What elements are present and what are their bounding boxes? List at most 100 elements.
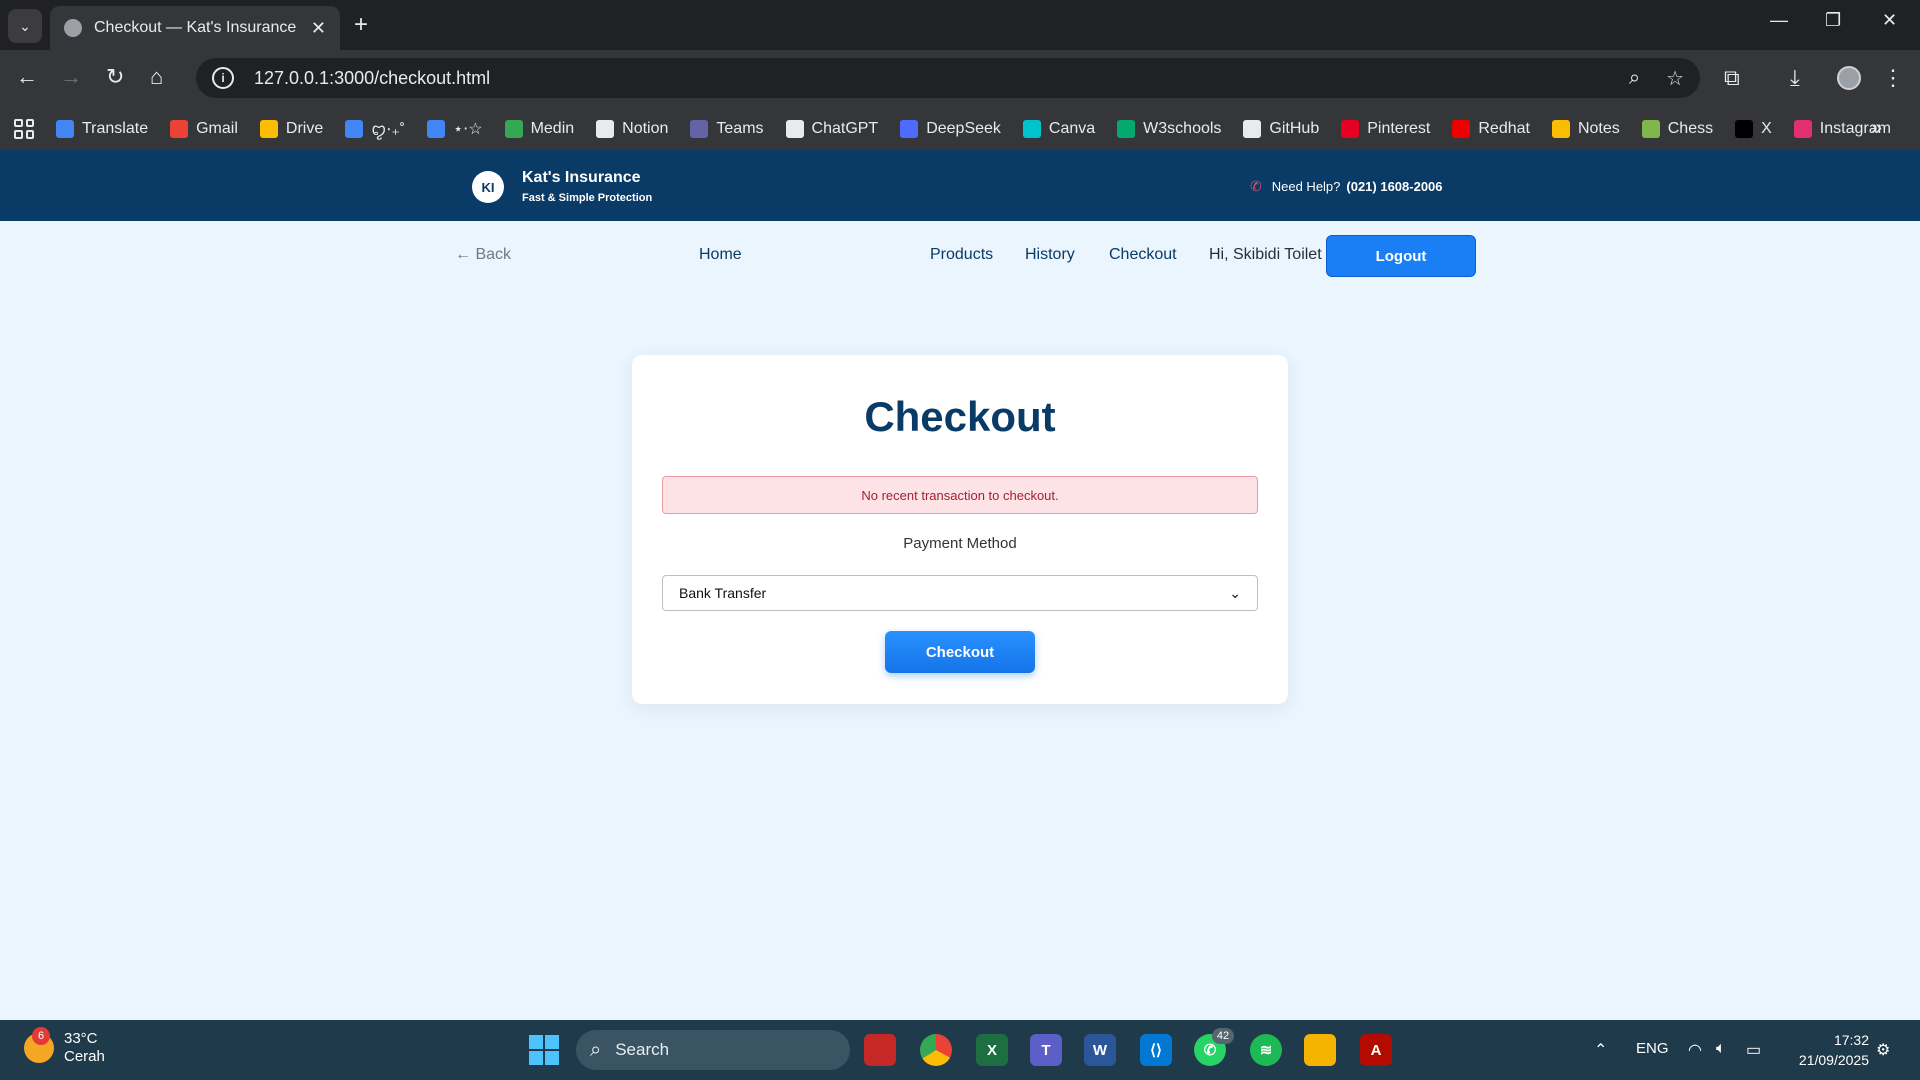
bookmark-favicon-icon: [900, 119, 919, 138]
new-tab-button[interactable]: +: [354, 12, 368, 38]
notification-badge: 6: [32, 1027, 50, 1045]
home-icon[interactable]: ⌂: [150, 64, 163, 90]
bookmark-label: W3schools: [1143, 119, 1222, 137]
bookmark-item[interactable]: ꨄ︎‧₊˚: [345, 117, 405, 141]
bookmark-item[interactable]: Chess: [1641, 119, 1714, 138]
bookmark-favicon-icon: [1452, 119, 1471, 138]
url-text[interactable]: 127.0.0.1:3000/checkout.html: [254, 68, 1603, 89]
chrome-icon[interactable]: [920, 1034, 952, 1066]
bookmark-favicon-icon: [427, 119, 446, 138]
clock[interactable]: 17:32 21/09/2025: [1785, 1030, 1869, 1070]
word-icon[interactable]: W: [1084, 1034, 1116, 1066]
bookmark-favicon-icon: [1551, 119, 1570, 138]
bookmark-label: Chess: [1667, 119, 1714, 137]
nav-history[interactable]: History: [1025, 246, 1075, 264]
bookmark-item[interactable]: Canva: [1022, 119, 1096, 138]
excel-icon[interactable]: X: [976, 1034, 1008, 1066]
bookmark-item[interactable]: Redhat: [1452, 119, 1530, 138]
bookmark-item[interactable]: DeepSeek: [900, 119, 1001, 138]
bookmark-favicon-icon: [56, 119, 74, 138]
profile-avatar[interactable]: [1837, 66, 1861, 90]
bookmark-favicon-icon: [170, 119, 189, 138]
bookmark-item[interactable]: Drive: [259, 119, 324, 138]
clock-time: 17:32: [1833, 1032, 1869, 1048]
bookmark-item[interactable]: Teams: [690, 119, 764, 138]
bookmark-item[interactable]: Translate: [56, 119, 148, 138]
brand-tagline: Fast & Simple Protection: [522, 192, 653, 204]
address-bar[interactable]: i 127.0.0.1:3000/checkout.html ⌕ ☆: [196, 58, 1700, 98]
help-phone[interactable]: (021) 1608-2006: [1346, 179, 1442, 194]
bookmark-item[interactable]: GitHub: [1243, 119, 1320, 138]
apps-grid-icon[interactable]: [14, 118, 34, 139]
globe-icon: [64, 19, 82, 37]
site-nav: ← Back Home Products History Checkout Hi…: [0, 221, 1920, 287]
clock-date: 21/09/2025: [1798, 1052, 1869, 1068]
spotify-icon[interactable]: ≋: [1250, 1034, 1282, 1066]
bookmark-star-icon[interactable]: ☆: [1666, 66, 1684, 91]
payment-method-select[interactable]: Bank Transfer ⌄: [662, 575, 1258, 611]
notifications-icon[interactable]: ⚙: [1876, 1040, 1890, 1060]
user-greeting: Hi, Skibidi Toilet: [1209, 246, 1322, 263]
bookmark-label: Teams: [716, 119, 764, 137]
windows-start-icon[interactable]: [529, 1035, 559, 1065]
language-indicator[interactable]: ENG: [1636, 1040, 1669, 1057]
bookmark-item[interactable]: ⋆⋅☆: [427, 119, 483, 139]
bookmark-item[interactable]: Notes: [1551, 119, 1620, 138]
nav-products[interactable]: Products: [930, 246, 993, 264]
restore-icon[interactable]: ❐: [1825, 10, 1841, 31]
taskbar: 6 33°C Cerah ⌕ Search X T W ⟨⟩ ✆ 42 ≋ A …: [0, 1020, 1920, 1080]
nav-home[interactable]: Home: [699, 246, 742, 264]
reload-icon[interactable]: ↻: [106, 64, 124, 90]
bookmark-favicon-icon: [1793, 119, 1812, 138]
whatsapp-badge: 42: [1212, 1028, 1234, 1044]
vscode-icon[interactable]: ⟨⟩: [1140, 1034, 1172, 1066]
bookmark-item[interactable]: W3schools: [1117, 119, 1222, 138]
bookmark-item[interactable]: Notion: [596, 119, 668, 138]
acrobat-icon[interactable]: A: [1360, 1034, 1392, 1066]
taskbar-search[interactable]: ⌕ Search: [576, 1030, 850, 1070]
checkout-button[interactable]: Checkout: [885, 631, 1035, 673]
bookmark-favicon-icon: [785, 119, 804, 138]
extensions-icon[interactable]: ⧉: [1724, 65, 1740, 91]
file-explorer-icon[interactable]: [1304, 1034, 1336, 1066]
more-bookmarks-icon[interactable]: »: [1871, 117, 1882, 140]
browser-tab-active[interactable]: Checkout — Kat's Insurance ✕: [50, 6, 340, 50]
close-tab-icon[interactable]: ✕: [311, 18, 326, 39]
bookmark-label: Canva: [1048, 119, 1096, 137]
kali-app-icon[interactable]: [864, 1034, 896, 1066]
window-close-icon[interactable]: ✕: [1882, 10, 1897, 31]
zoom-icon[interactable]: ⌕: [1629, 67, 1640, 90]
bookmark-label: GitHub: [1269, 119, 1320, 137]
tab-search-button[interactable]: ⌄: [8, 9, 42, 43]
brand-logo: KI: [472, 171, 504, 203]
bookmark-favicon-icon: [596, 119, 615, 138]
wifi-icon[interactable]: ◠: [1688, 1040, 1702, 1060]
back-arrow-icon[interactable]: ←: [16, 64, 38, 90]
bookmark-label: Drive: [285, 119, 324, 137]
bookmark-item[interactable]: Pinterest: [1341, 119, 1430, 138]
brand[interactable]: KI Kat's Insurance Fast & Simple Protect…: [472, 168, 652, 206]
show-hidden-icons-icon[interactable]: ⌃: [1594, 1040, 1607, 1060]
battery-icon[interactable]: ▭: [1746, 1040, 1761, 1060]
nav-checkout[interactable]: Checkout: [1109, 246, 1177, 264]
bookmark-favicon-icon: [1341, 119, 1360, 138]
logout-button[interactable]: Logout: [1326, 235, 1476, 277]
bookmark-label: Redhat: [1478, 119, 1530, 137]
back-link[interactable]: ← Back: [455, 246, 511, 264]
volume-icon[interactable]: 🔈︎: [1716, 1040, 1726, 1058]
bookmark-favicon-icon: [690, 119, 709, 138]
minimize-icon[interactable]: —: [1770, 10, 1788, 31]
site-header: KI Kat's Insurance Fast & Simple Protect…: [0, 150, 1920, 221]
bookmark-item[interactable]: Gmail: [170, 119, 238, 138]
download-icon[interactable]: ⤓: [1790, 65, 1800, 91]
menu-kebab-icon[interactable]: ⋮: [1882, 65, 1904, 91]
bookmark-item[interactable]: Medin: [504, 119, 574, 138]
payment-method-value: Bank Transfer: [679, 585, 767, 601]
bookmark-item[interactable]: ChatGPT: [785, 119, 878, 138]
bookmark-favicon-icon: [259, 119, 278, 138]
bookmark-item[interactable]: X: [1735, 119, 1772, 138]
forward-arrow-icon[interactable]: →: [60, 64, 82, 90]
site-info-icon[interactable]: i: [212, 67, 234, 89]
weather-widget[interactable]: 6 33°C Cerah: [24, 1027, 105, 1066]
teams-icon[interactable]: T: [1030, 1034, 1062, 1066]
